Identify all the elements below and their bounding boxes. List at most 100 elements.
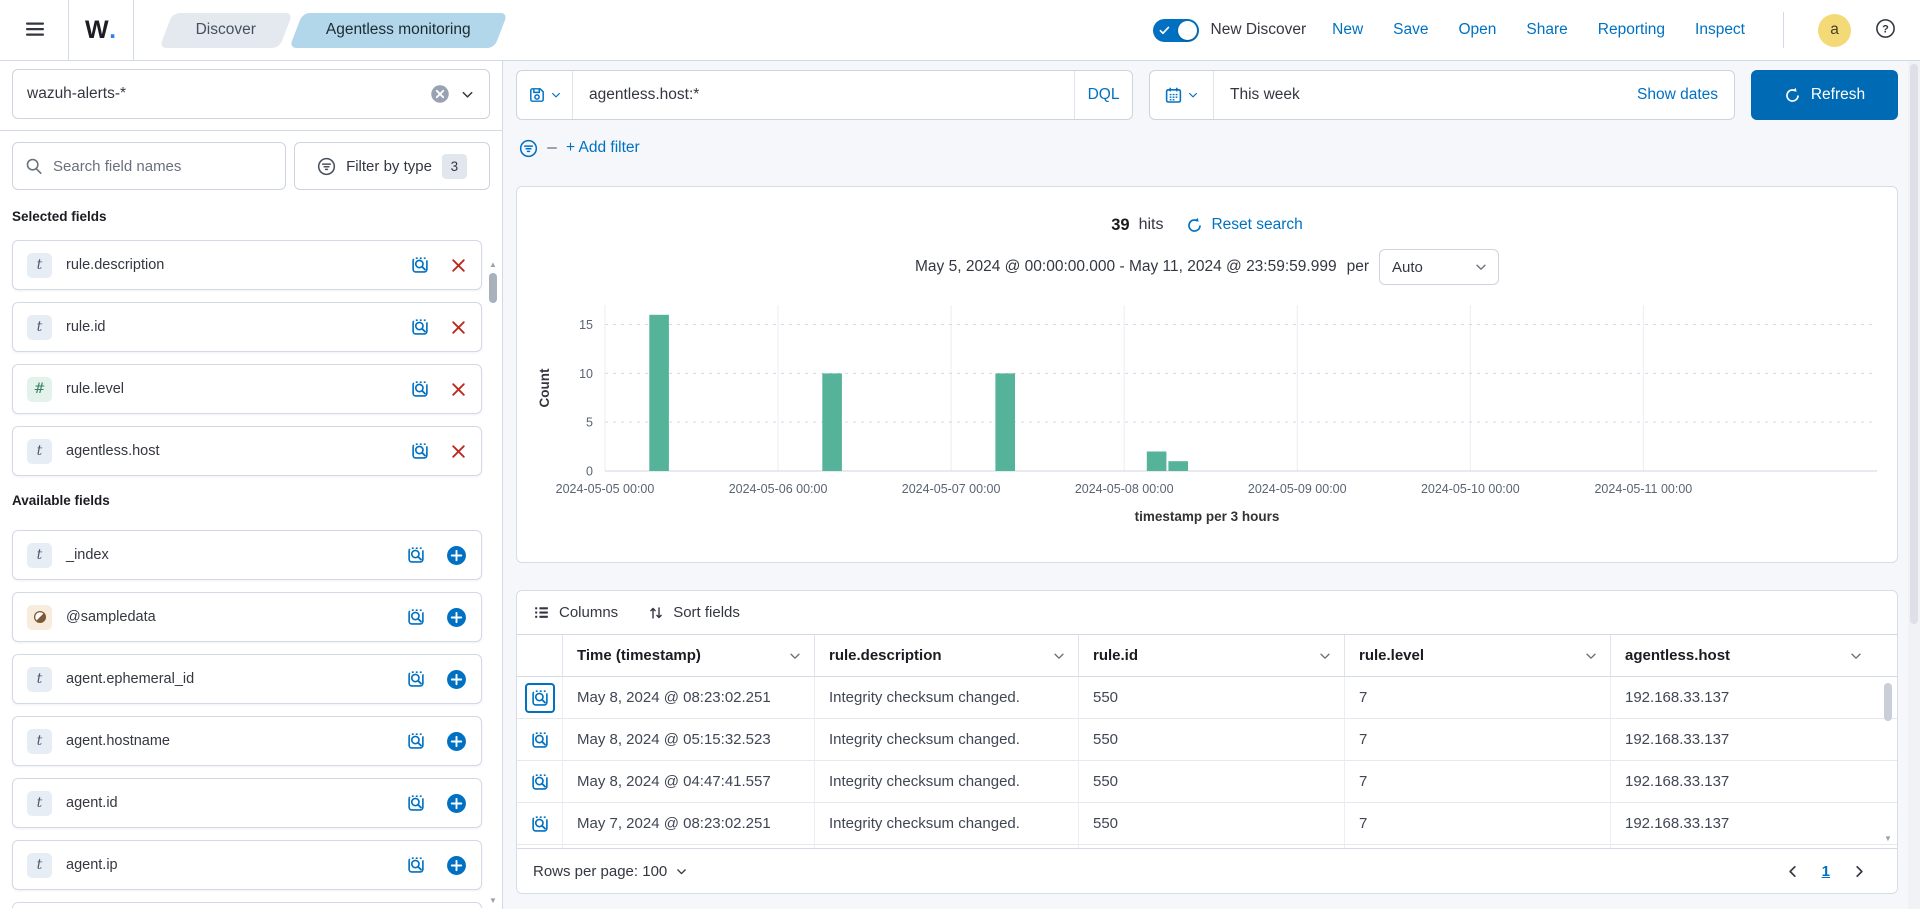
field-item-agent.ip[interactable]: tagent.ip — [12, 840, 482, 890]
top-header: W. Discover Agentless monitoring New Dis… — [0, 0, 1920, 61]
search-field-names-input[interactable] — [53, 158, 273, 175]
expand-row-icon[interactable] — [525, 809, 555, 839]
inspect-field-icon[interactable] — [406, 607, 426, 627]
column-header-time-timestamp-[interactable]: Time (timestamp) — [563, 635, 815, 677]
add-field-icon[interactable] — [446, 607, 467, 628]
inspect-field-icon[interactable] — [406, 545, 426, 565]
query-language-button[interactable]: DQL — [1074, 71, 1132, 119]
scroll-up-arrow[interactable]: ▲ — [488, 261, 498, 269]
field-item-rule.description[interactable]: trule.description — [12, 240, 482, 290]
column-header-rule-level[interactable]: rule.level — [1345, 635, 1611, 677]
wazuh-logo[interactable]: W. — [85, 16, 117, 45]
rows-per-page-select[interactable]: Rows per page: 100 — [533, 863, 688, 880]
time-range-value[interactable]: This week — [1214, 71, 1637, 119]
add-field-icon[interactable] — [446, 545, 467, 566]
field-item-agent.id[interactable]: tagent.id — [12, 778, 482, 828]
remove-field-icon[interactable] — [450, 257, 467, 274]
interval-select[interactable]: Auto — [1379, 249, 1499, 285]
next-page-button[interactable] — [1852, 864, 1867, 879]
previous-page-button[interactable] — [1785, 864, 1800, 879]
remove-field-icon[interactable] — [450, 443, 467, 460]
table-row[interactable]: May 8, 2024 @ 08:23:02.251Integrity chec… — [517, 677, 1897, 719]
page-number[interactable]: 1 — [1822, 863, 1830, 880]
show-dates-link[interactable]: Show dates — [1637, 71, 1734, 119]
chevron-down-icon — [460, 87, 475, 102]
filter-icon[interactable] — [519, 139, 538, 158]
tab-agentless-monitoring-label: Agentless monitoring — [326, 21, 471, 39]
tab-discover[interactable]: Discover — [166, 13, 286, 48]
saved-query-button[interactable] — [517, 71, 573, 119]
add-field-icon[interactable] — [446, 731, 467, 752]
query-input[interactable] — [589, 86, 1058, 104]
svg-text:?: ? — [1882, 23, 1889, 35]
inspect-field-icon[interactable] — [410, 379, 430, 399]
index-pattern-select[interactable]: wazuh-alerts-* — [12, 69, 490, 119]
field-item-@sampledata[interactable]: @sampledata — [12, 592, 482, 642]
new-discover-toggle[interactable] — [1153, 19, 1199, 42]
field-item-agent.hostname[interactable]: tagent.hostname — [12, 716, 482, 766]
chevron-down-icon — [1187, 89, 1199, 101]
field-item-rule.level[interactable]: #rule.level — [12, 364, 482, 414]
sidebar-scrollbar[interactable]: ▲ ▼ — [488, 261, 498, 907]
remove-field-icon[interactable] — [450, 319, 467, 336]
reset-search-link[interactable]: Reset search — [1186, 216, 1302, 234]
expand-row-icon[interactable] — [525, 683, 555, 713]
selected-fields-header: Selected fields — [12, 208, 482, 226]
inspect-field-icon[interactable] — [406, 793, 426, 813]
menu-reporting[interactable]: Reporting — [1598, 21, 1665, 39]
user-avatar[interactable]: a — [1818, 14, 1851, 47]
tab-agentless-monitoring[interactable]: Agentless monitoring — [296, 13, 501, 48]
clear-index-icon[interactable] — [430, 84, 450, 104]
add-field-icon[interactable] — [446, 793, 467, 814]
histogram-chart[interactable]: 2024-05-05 00:002024-05-06 00:002024-05-… — [533, 299, 1881, 503]
table-row[interactable]: May 8, 2024 @ 05:15:32.523Integrity chec… — [517, 719, 1897, 761]
scroll-down-arrow[interactable]: ▼ — [488, 897, 498, 905]
table-scrollbar[interactable]: ▼ — [1883, 681, 1893, 843]
sort-icon — [648, 605, 664, 621]
column-header-rule-id[interactable]: rule.id — [1079, 635, 1345, 677]
divider — [1783, 12, 1784, 48]
field-item-agentless.host[interactable]: tagentless.host — [12, 426, 482, 476]
sort-fields-button[interactable]: Sort fields — [648, 604, 740, 621]
add-filter-link[interactable]: + Add filter — [566, 139, 640, 157]
field-item-rule.id[interactable]: trule.id — [12, 302, 482, 352]
calendar-button[interactable] — [1150, 71, 1214, 119]
chart-title: timestamp per 3 hours — [517, 509, 1897, 524]
menu-new[interactable]: New — [1332, 21, 1363, 39]
scroll-down-arrow[interactable]: ▼ — [1883, 835, 1893, 843]
scrollbar-thumb[interactable] — [489, 273, 497, 303]
inspect-field-icon[interactable] — [406, 731, 426, 751]
filter-by-type-button[interactable]: Filter by type 3 — [294, 142, 490, 190]
interval-value: Auto — [1392, 259, 1423, 276]
scrollbar-thumb[interactable] — [1884, 683, 1892, 721]
inspect-field-icon[interactable] — [410, 255, 430, 275]
cell-time: May 8, 2024 @ 05:15:32.523 — [563, 719, 815, 761]
column-header-agentless-host[interactable]: agentless.host — [1611, 635, 1897, 677]
menu-open[interactable]: Open — [1459, 21, 1497, 39]
inspect-field-icon[interactable] — [410, 317, 430, 337]
expand-row-icon[interactable] — [525, 767, 555, 797]
available-fields-header: Available fields — [12, 492, 482, 510]
column-header-rule-description[interactable]: rule.description — [815, 635, 1079, 677]
table-row[interactable]: May 7, 2024 @ 08:23:02.251Integrity chec… — [517, 803, 1897, 845]
field-item-agent.ephemeral_id[interactable]: tagent.ephemeral_id — [12, 654, 482, 704]
refresh-button[interactable]: Refresh — [1751, 70, 1898, 120]
remove-field-icon[interactable] — [450, 381, 467, 398]
add-field-icon[interactable] — [446, 669, 467, 690]
expand-row-icon[interactable] — [525, 725, 555, 755]
table-row[interactable]: May 8, 2024 @ 04:47:41.557Integrity chec… — [517, 761, 1897, 803]
menu-share[interactable]: Share — [1526, 21, 1567, 39]
menu-button[interactable] — [18, 12, 52, 49]
help-button[interactable]: ? — [1869, 12, 1902, 48]
page-scrollbar[interactable] — [1908, 61, 1920, 909]
menu-inspect[interactable]: Inspect — [1695, 21, 1745, 39]
inspect-field-icon[interactable] — [406, 855, 426, 875]
add-field-icon[interactable] — [446, 855, 467, 876]
menu-save[interactable]: Save — [1393, 21, 1428, 39]
inspect-field-icon[interactable] — [410, 441, 430, 461]
field-item-_index[interactable]: t_index — [12, 530, 482, 580]
columns-button[interactable]: Columns — [533, 604, 618, 621]
check-icon — [1159, 25, 1170, 36]
scrollbar-thumb[interactable] — [1910, 64, 1918, 624]
inspect-field-icon[interactable] — [406, 669, 426, 689]
